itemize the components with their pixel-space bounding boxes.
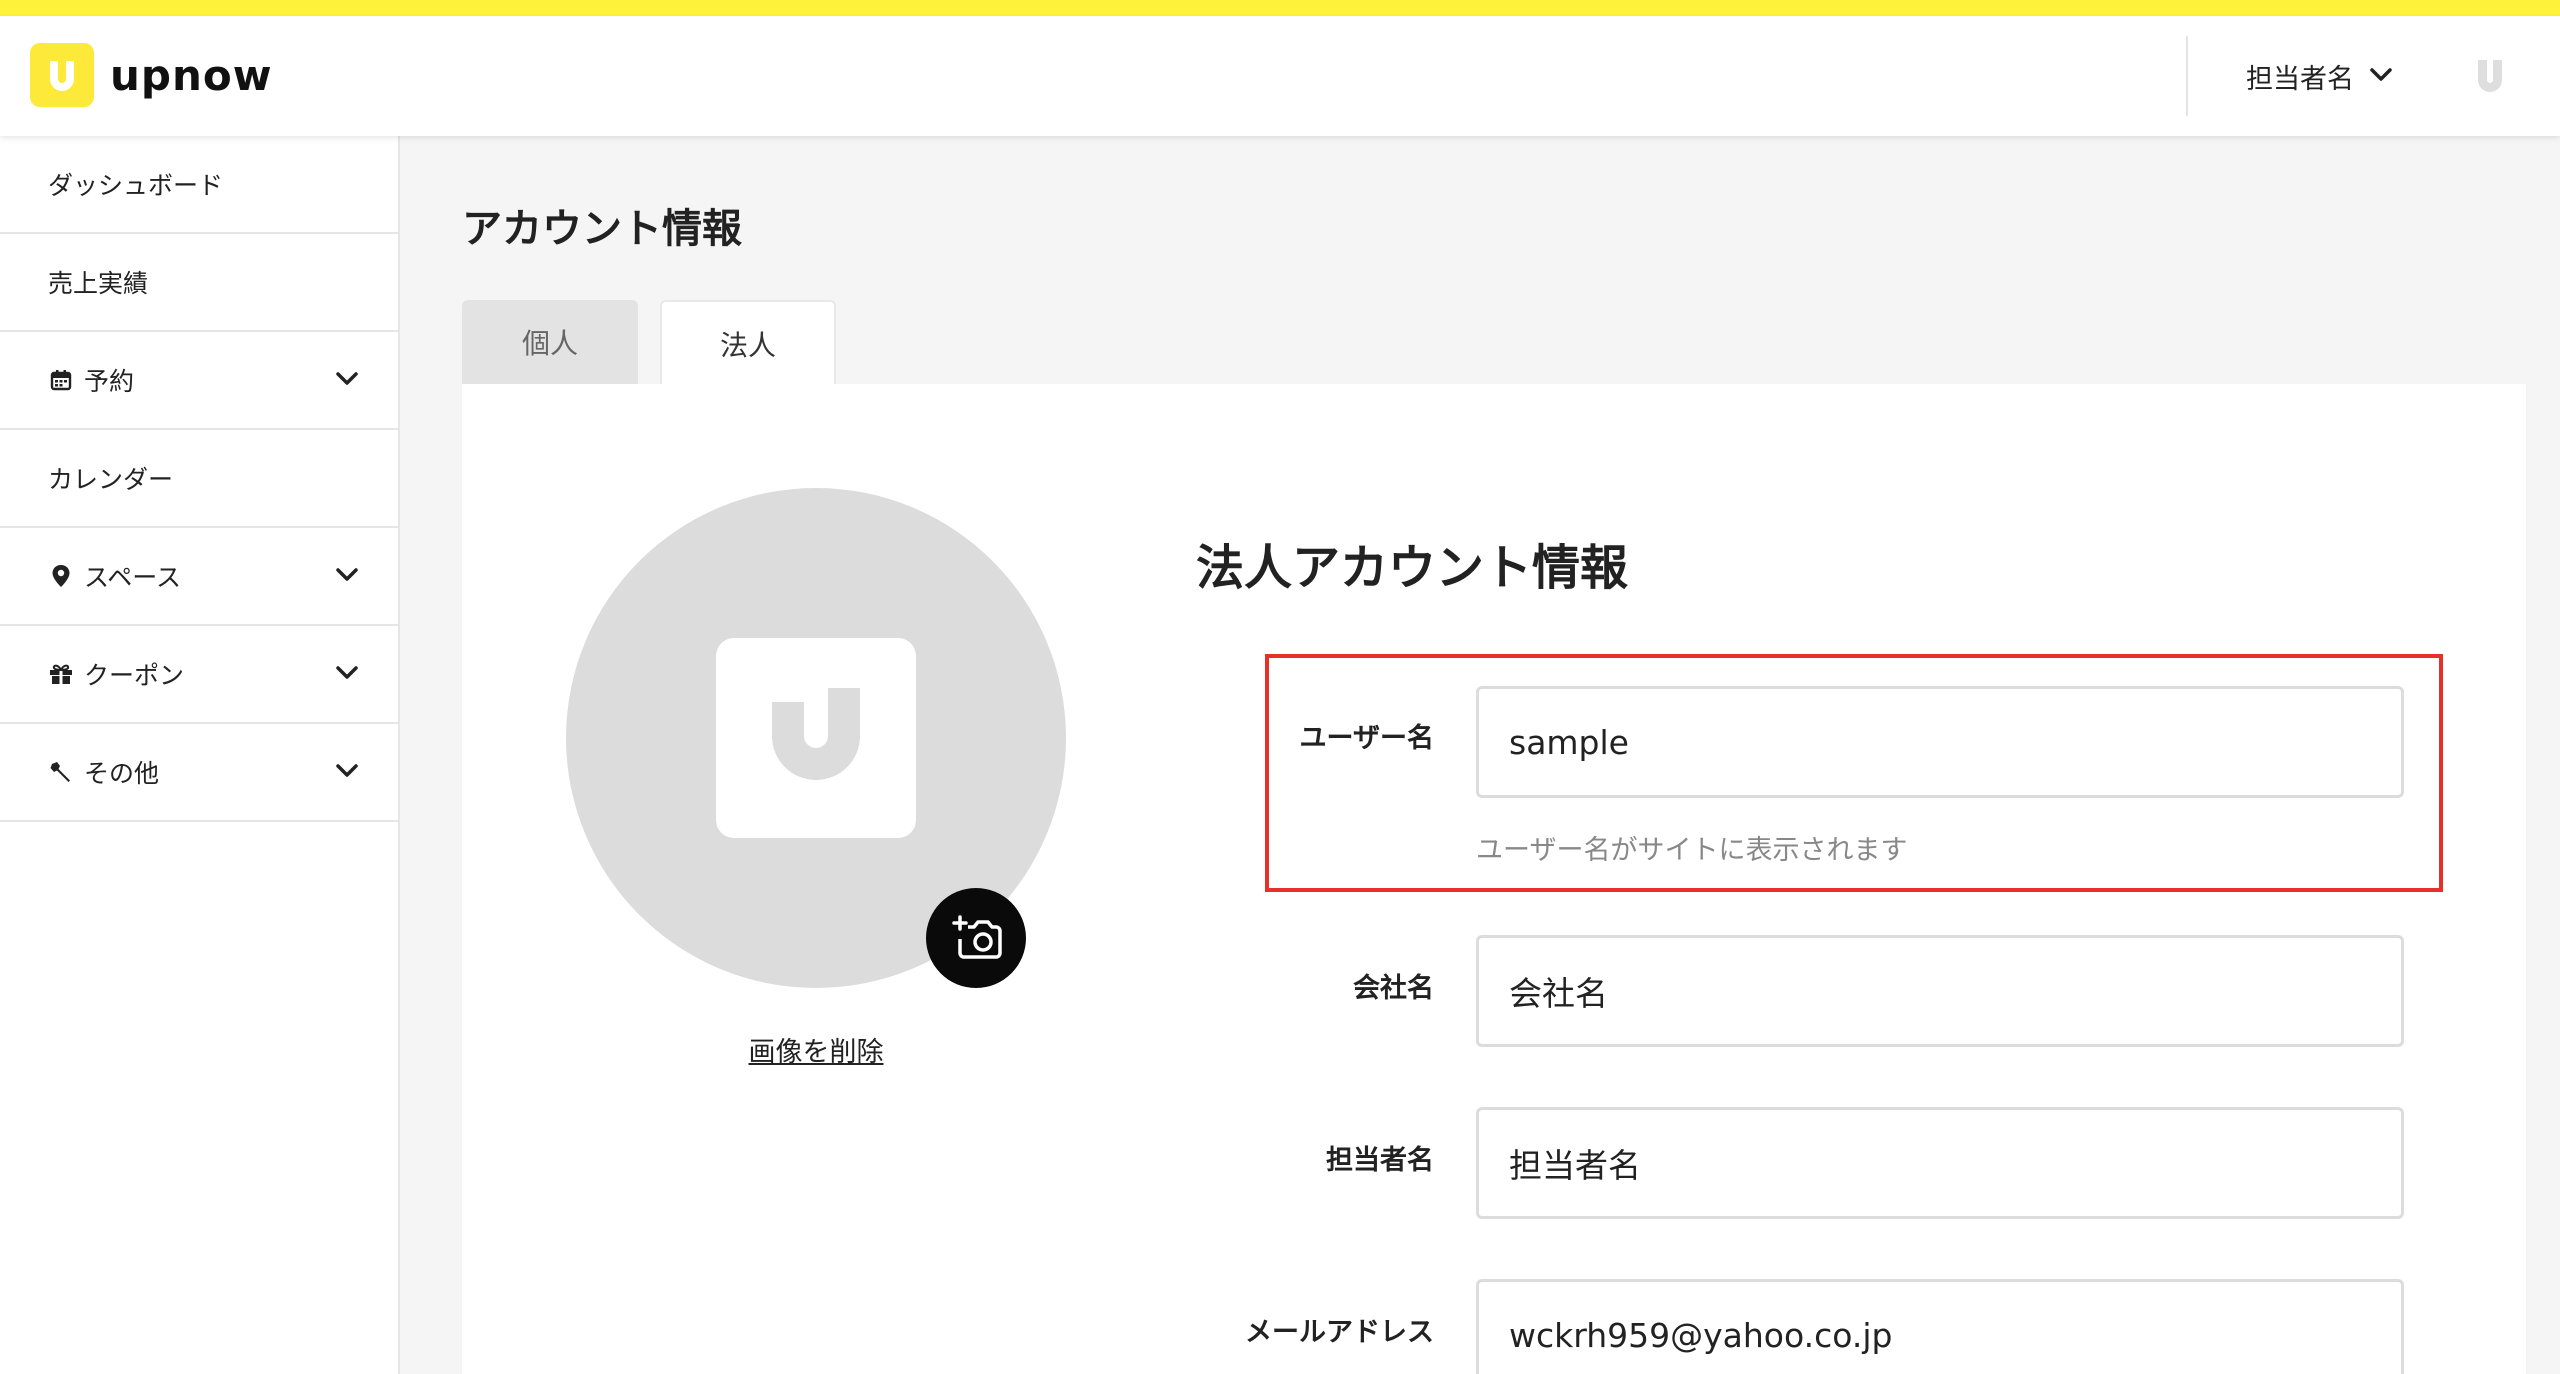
sidebar-item-coupon[interactable]: クーポン [0,626,398,724]
chevron-down-icon[interactable] [336,371,358,390]
form-section-title: 法人アカウント情報 [1196,540,1629,596]
sidebar-item-label: クーポン [84,661,185,690]
sidebar-nav: ダッシュボード 売上実績 予約 カレンダー スペース クーポン その他 [0,136,400,1374]
upnow-logo-icon [2478,60,2502,92]
chevron-down-icon [2370,67,2392,86]
tab-corporate[interactable]: 法人 [660,300,836,386]
map-pin-icon [48,563,74,589]
calendar-icon [48,367,74,393]
sidebar-item-dashboard[interactable]: ダッシュボード [0,136,398,234]
gift-icon [48,661,74,687]
sidebar-item-other[interactable]: その他 [0,724,398,822]
upnow-logo-icon [716,638,916,838]
upload-photo-button[interactable] [926,888,1026,988]
sidebar-item-label: 売上実績 [48,269,149,298]
header-divider [2186,36,2188,116]
top-accent-bar [0,0,2560,16]
user-menu-dropdown[interactable]: 担当者名 [2246,56,2392,96]
sidebar-item-space[interactable]: スペース [0,528,398,626]
sidebar-item-label: スペース [84,563,182,592]
brand-name: upnow [110,50,273,100]
sidebar-item-label: ダッシュボード [48,171,224,200]
username-label: ユーザー名 [1299,723,1434,754]
company-name-label: 会社名 [1353,973,1434,1004]
user-name: 担当者名 [2246,63,2354,95]
chevron-down-icon[interactable] [336,567,358,586]
wrench-icon [48,759,74,785]
camera-add-icon [952,915,1002,959]
contact-person-input[interactable] [1476,1107,2404,1219]
company-name-input[interactable] [1476,935,2404,1047]
chevron-down-icon[interactable] [336,665,358,684]
header-avatar[interactable] [2466,52,2514,100]
sidebar-item-label: その他 [84,759,160,788]
sidebar-item-label: 予約 [84,367,135,396]
app-header: upnow 担当者名 [0,16,2560,136]
contact-person-label: 担当者名 [1326,1145,1434,1176]
page-title: アカウント情報 [462,206,742,252]
email-label: メールアドレス [1245,1317,1434,1348]
brand-logo[interactable]: upnow [30,43,273,107]
sidebar-item-calendar[interactable]: カレンダー [0,430,398,528]
sidebar-item-label: カレンダー [48,465,174,494]
tab-individual[interactable]: 個人 [462,300,638,384]
chevron-down-icon[interactable] [336,763,358,782]
upnow-logo-icon [30,43,94,107]
delete-image-link[interactable]: 画像を削除 [566,1030,1066,1069]
sidebar-item-sales[interactable]: 売上実績 [0,234,398,332]
email-input[interactable] [1476,1279,2404,1374]
sidebar-item-reservation[interactable]: 予約 [0,332,398,430]
username-input[interactable] [1476,686,2404,798]
username-hint: ユーザー名がサイトに表示されます [1476,835,1908,866]
